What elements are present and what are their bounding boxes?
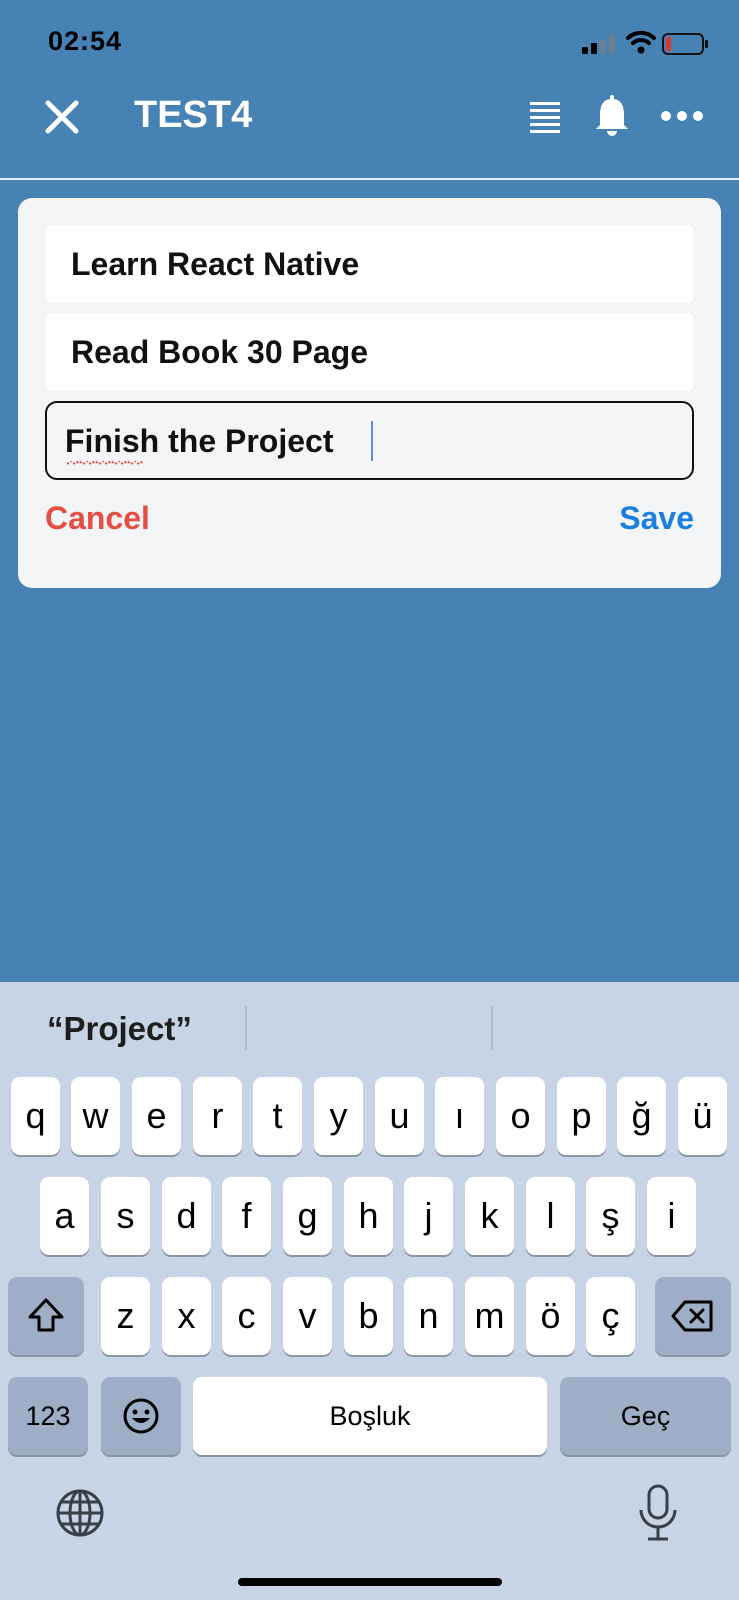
emoji-icon bbox=[123, 1398, 159, 1434]
board-title: TEST4 bbox=[134, 94, 253, 136]
more-options-icon[interactable] bbox=[660, 104, 704, 128]
item-edit-value: Finish the Project bbox=[65, 423, 334, 459]
key-c-cedilla[interactable]: ç bbox=[586, 1277, 635, 1355]
key-p[interactable]: p bbox=[557, 1077, 606, 1155]
key-i[interactable]: i bbox=[647, 1177, 696, 1255]
cancel-button[interactable]: Cancel bbox=[45, 500, 150, 537]
key-w[interactable]: w bbox=[71, 1077, 120, 1155]
key-b[interactable]: b bbox=[344, 1277, 393, 1355]
list-item[interactable]: Learn React Native bbox=[45, 225, 694, 303]
key-o-umlaut[interactable]: ö bbox=[526, 1277, 575, 1355]
key-n[interactable]: n bbox=[404, 1277, 453, 1355]
suggestion-divider bbox=[491, 1006, 493, 1050]
key-u[interactable]: u bbox=[375, 1077, 424, 1155]
keyboard: “Project” q w e r t y u ı o p ğ ü a s d … bbox=[0, 982, 739, 1600]
menu-list-icon[interactable] bbox=[524, 98, 564, 134]
key-v[interactable]: v bbox=[283, 1277, 332, 1355]
list-card: Learn React Native Read Book 30 Page Fin… bbox=[18, 198, 721, 588]
key-m[interactable]: m bbox=[465, 1277, 514, 1355]
battery-icon bbox=[662, 33, 708, 55]
bell-icon[interactable] bbox=[592, 95, 632, 137]
key-j[interactable]: j bbox=[404, 1177, 453, 1255]
key-g-breve[interactable]: ğ bbox=[617, 1077, 666, 1155]
shift-key[interactable] bbox=[8, 1277, 84, 1355]
suggestion-divider bbox=[245, 1006, 247, 1050]
key-a[interactable]: a bbox=[40, 1177, 89, 1255]
backspace-key[interactable] bbox=[655, 1277, 731, 1355]
key-dotless-i[interactable]: ı bbox=[435, 1077, 484, 1155]
key-s[interactable]: s bbox=[101, 1177, 150, 1255]
key-h[interactable]: h bbox=[344, 1177, 393, 1255]
key-g[interactable]: g bbox=[283, 1177, 332, 1255]
home-indicator[interactable] bbox=[238, 1578, 502, 1586]
key-f[interactable]: f bbox=[222, 1177, 271, 1255]
key-d[interactable]: d bbox=[162, 1177, 211, 1255]
list-item[interactable]: Read Book 30 Page bbox=[45, 313, 694, 391]
key-l[interactable]: l bbox=[526, 1177, 575, 1255]
cellular-signal-icon bbox=[582, 34, 615, 54]
text-caret bbox=[371, 421, 373, 461]
key-c[interactable]: c bbox=[222, 1277, 271, 1355]
globe-icon[interactable] bbox=[55, 1488, 105, 1538]
key-y[interactable]: y bbox=[314, 1077, 363, 1155]
return-key[interactable]: Geç bbox=[560, 1377, 731, 1455]
save-button[interactable]: Save bbox=[619, 500, 694, 537]
key-u-umlaut[interactable]: ü bbox=[678, 1077, 727, 1155]
backspace-icon bbox=[671, 1300, 713, 1332]
item-edit-field[interactable]: Finish the Project bbox=[45, 401, 694, 480]
key-e[interactable]: e bbox=[132, 1077, 181, 1155]
emoji-key[interactable] bbox=[101, 1377, 181, 1455]
microphone-icon[interactable] bbox=[636, 1484, 680, 1542]
shift-icon bbox=[28, 1298, 64, 1332]
header-divider bbox=[0, 178, 739, 180]
key-z[interactable]: z bbox=[101, 1277, 150, 1355]
key-k[interactable]: k bbox=[465, 1177, 514, 1255]
key-t[interactable]: t bbox=[253, 1077, 302, 1155]
key-r[interactable]: r bbox=[193, 1077, 242, 1155]
space-key[interactable]: Boşluk bbox=[193, 1377, 547, 1455]
key-o[interactable]: o bbox=[496, 1077, 545, 1155]
key-s-cedilla[interactable]: ş bbox=[586, 1177, 635, 1255]
close-icon[interactable] bbox=[40, 95, 84, 139]
key-x[interactable]: x bbox=[162, 1277, 211, 1355]
key-q[interactable]: q bbox=[11, 1077, 60, 1155]
numbers-key[interactable]: 123 bbox=[8, 1377, 88, 1455]
spellcheck-underline bbox=[67, 461, 143, 466]
wifi-icon bbox=[626, 30, 656, 54]
status-time: 02:54 bbox=[48, 26, 123, 56]
autocomplete-suggestion[interactable]: “Project” bbox=[47, 1010, 192, 1048]
